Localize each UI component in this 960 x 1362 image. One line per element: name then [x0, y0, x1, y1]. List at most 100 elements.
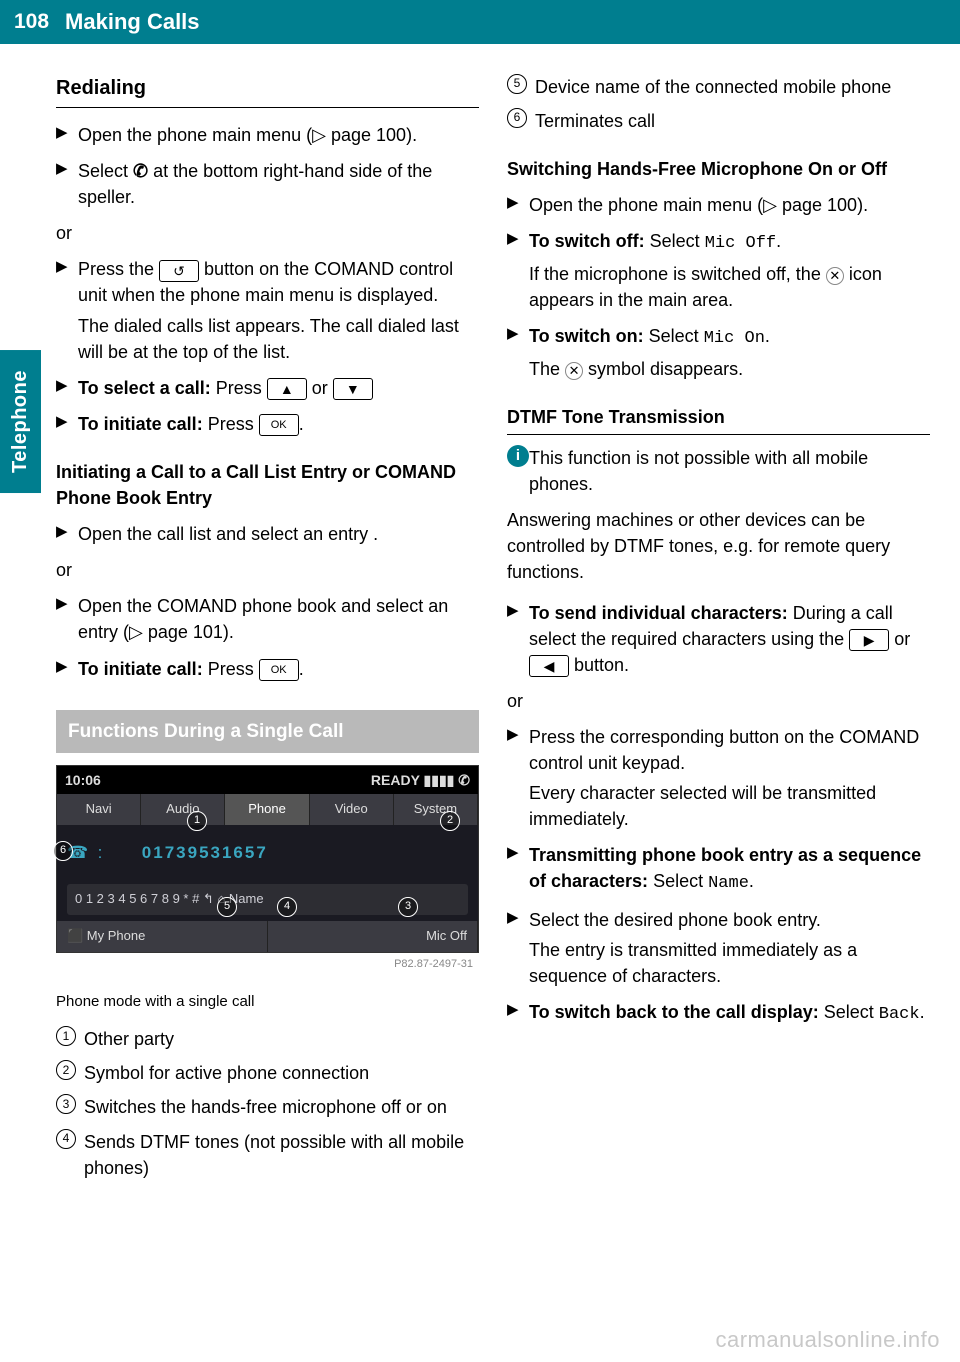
- step: ▶ To initiate call: Press OK.: [56, 411, 479, 437]
- step-marker: ▶: [56, 593, 78, 645]
- step-marker: ▶: [507, 842, 529, 897]
- step: ▶ Press the ↺ button on the COMAND contr…: [56, 256, 479, 364]
- step-text: Open the phone main menu (▷ page 100).: [78, 122, 479, 148]
- step-marker: ▶: [56, 521, 78, 547]
- step-marker: ▶: [507, 323, 529, 382]
- step: ▶ To switch off: Select Mic Off. If the …: [507, 228, 930, 313]
- step: ▶ Open the phone main menu (▷ page 100).: [56, 122, 479, 148]
- step-marker: ▶: [56, 158, 78, 210]
- left-column: Redialing ▶ Open the phone main menu (▷ …: [56, 74, 479, 1189]
- heading-functions: Functions During a Single Call: [56, 710, 479, 754]
- step-marker: ▶: [507, 999, 529, 1028]
- fig-number: 01739531657: [142, 843, 268, 862]
- section-tab: Telephone: [0, 350, 41, 493]
- content-area: Redialing ▶ Open the phone main menu (▷ …: [0, 44, 960, 1189]
- step: ▶ Select at the bottom right-hand side o…: [56, 158, 479, 210]
- step-text: To initiate call: Press OK.: [78, 411, 479, 437]
- step-text: Select at the bottom right-hand side of …: [78, 158, 479, 210]
- info-icon: i: [507, 445, 529, 497]
- callout-4: 4: [277, 897, 297, 917]
- legend-num: 5: [507, 74, 527, 94]
- step-text: Press the ↺ button on the COMAND control…: [78, 256, 479, 364]
- ui-label: Name: [708, 874, 749, 893]
- right-column: 5Device name of the connected mobile pho…: [507, 74, 930, 1189]
- legend-item: 3Switches the hands-free microphone off …: [56, 1094, 479, 1120]
- step: ▶ To send individual characters: During …: [507, 600, 930, 678]
- callout-2: 2: [440, 811, 460, 831]
- step-marker: ▶: [507, 907, 529, 989]
- or-separator: or: [56, 557, 479, 583]
- page-number: 108: [0, 7, 59, 37]
- ui-label: Mic Off: [705, 234, 776, 253]
- step-marker: ▶: [56, 122, 78, 148]
- info-note: i This function is not possible with all…: [507, 445, 930, 497]
- step-text: Open the call list and select an entry .: [78, 521, 479, 547]
- fig-tab: Video: [310, 794, 394, 825]
- right-key-icon: ▶: [849, 629, 889, 651]
- legend-num: 6: [507, 108, 527, 128]
- down-key-icon: ▼: [333, 378, 373, 400]
- phone-icon: [133, 161, 148, 181]
- ui-label: Back: [879, 1005, 920, 1024]
- fig-tab: System: [394, 794, 478, 825]
- or-separator: or: [56, 220, 479, 246]
- phone-key-icon: ↺: [159, 260, 199, 282]
- step: ▶ Transmitting phone book entry as a seq…: [507, 842, 930, 897]
- step-marker: ▶: [507, 724, 529, 832]
- fig-tab: Phone: [225, 794, 309, 825]
- step-text: To send individual characters: During a …: [529, 600, 930, 678]
- fig-tab: Audio: [141, 794, 225, 825]
- step-marker: ▶: [56, 411, 78, 437]
- legend-item: 4Sends DTMF tones (not possible with all…: [56, 1129, 479, 1181]
- step: ▶ Open the phone main menu (▷ page 100).: [507, 192, 930, 218]
- step-marker: ▶: [507, 600, 529, 678]
- callout-5: 5: [217, 897, 237, 917]
- step-text: Select the desired phone book entry. The…: [529, 907, 930, 989]
- heading-dtmf: DTMF Tone Transmission: [507, 404, 930, 435]
- watermark: carmanualsonline.info: [715, 1324, 940, 1356]
- paragraph: Answering machines or other devices can …: [507, 507, 930, 585]
- step: ▶ Press the corresponding button on the …: [507, 724, 930, 832]
- legend-num: 4: [56, 1129, 76, 1149]
- legend-num: 1: [56, 1026, 76, 1046]
- step-text: Open the COMAND phone book and select an…: [78, 593, 479, 645]
- left-key-icon: ◀: [529, 655, 569, 677]
- legend-item: 2Symbol for active phone connection: [56, 1060, 479, 1086]
- ok-key-icon: OK: [259, 414, 299, 436]
- figure-phone-mode: 10:06 READY ▮▮▮▮ ✆ Navi Audio Phone Vide…: [56, 765, 479, 952]
- step-text: Press the corresponding button on the CO…: [529, 724, 930, 832]
- ok-key-icon: OK: [259, 659, 299, 681]
- step-marker: ▶: [56, 656, 78, 682]
- step-marker: ▶: [56, 375, 78, 401]
- step-text: To select a call: Press ▲ or ▼: [78, 375, 479, 401]
- step: ▶ Select the desired phone book entry. T…: [507, 907, 930, 989]
- step-text: Open the phone main menu (▷ page 100).: [529, 192, 930, 218]
- header-title: Making Calls: [59, 6, 199, 38]
- step: ▶ Open the COMAND phone book and select …: [56, 593, 479, 645]
- heading-switching: Switching Hands-Free Microphone On or Of…: [507, 156, 930, 182]
- legend-num: 3: [56, 1094, 76, 1114]
- step-text: To switch off: Select Mic Off. If the mi…: [529, 228, 930, 313]
- step-text: To switch on: Select Mic On. The ✕ symbo…: [529, 323, 930, 382]
- or-separator: or: [507, 688, 930, 714]
- step: ▶ To switch back to the call display: Se…: [507, 999, 930, 1028]
- step: ▶ To initiate call: Press OK.: [56, 656, 479, 682]
- legend-item: 6Terminates call: [507, 108, 930, 134]
- fig-bottom-tab: Mic Off: [268, 921, 479, 952]
- up-key-icon: ▲: [267, 378, 307, 400]
- ui-label: Mic On: [704, 329, 765, 348]
- step-text: To initiate call: Press OK.: [78, 656, 479, 682]
- fig-time: 10:06: [65, 770, 101, 790]
- step-marker: ▶: [507, 228, 529, 313]
- step-text: To switch back to the call display: Sele…: [529, 999, 930, 1028]
- heading-initiating: Initiating a Call to a Call List Entry o…: [56, 459, 479, 511]
- step-marker: ▶: [507, 192, 529, 218]
- step: ▶ To select a call: Press ▲ or ▼: [56, 375, 479, 401]
- fig-bottom-tab: ⬛ My Phone: [57, 921, 268, 952]
- callout-3: 3: [398, 897, 418, 917]
- figure-caption: Phone mode with a single call: [56, 991, 479, 1013]
- fig-ready: READY ▮▮▮▮ ✆: [371, 770, 470, 790]
- mic-off-icon: ✕: [826, 267, 844, 285]
- fig-tab: Navi: [57, 794, 141, 825]
- mic-off-icon: ✕: [565, 362, 583, 380]
